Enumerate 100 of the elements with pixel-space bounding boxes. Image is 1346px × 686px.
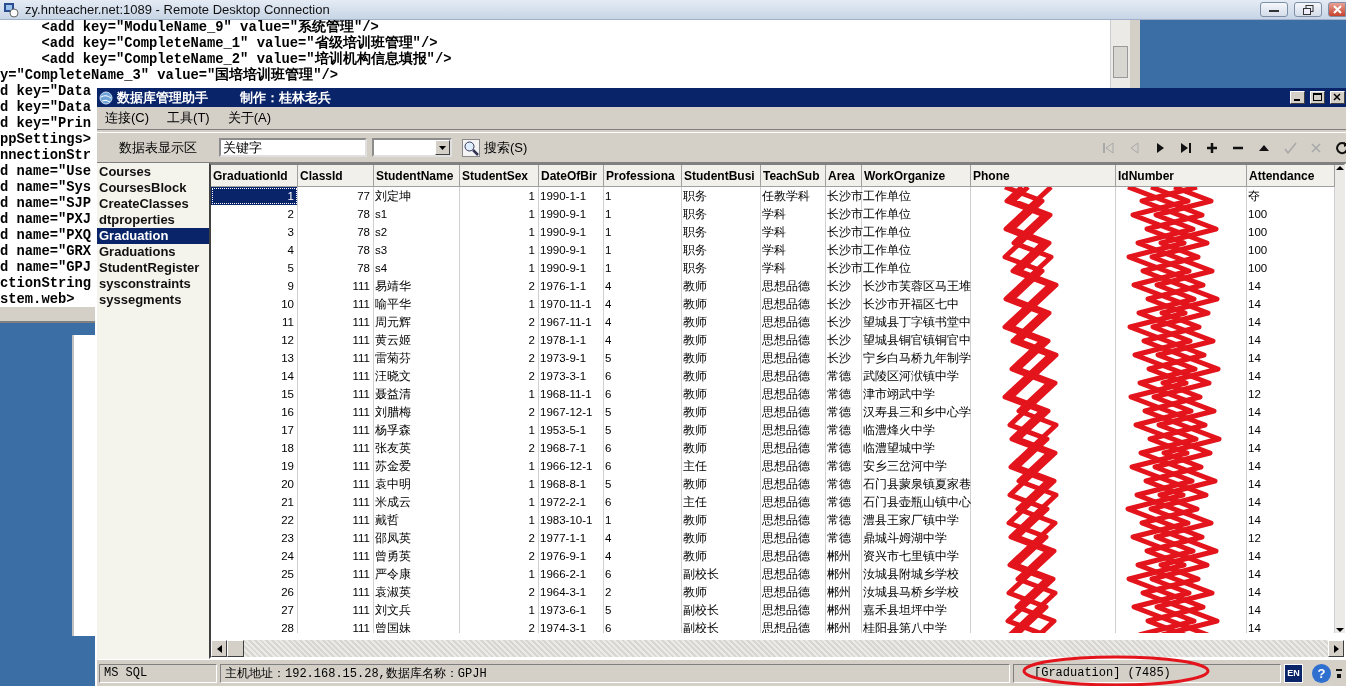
table-cell[interactable]: 24	[211, 547, 298, 565]
column-header[interactable]: IdNumber	[1116, 165, 1247, 187]
table-cell: 2	[460, 367, 539, 385]
table-cell[interactable]: 23	[211, 529, 298, 547]
table-list-item[interactable]: dtproperties	[97, 212, 209, 228]
table-cell[interactable]: 9	[211, 277, 298, 295]
table-cell: 1953-5-1	[539, 421, 604, 439]
table-cell[interactable]: 15	[211, 385, 298, 403]
column-header[interactable]: Professiona	[604, 165, 682, 187]
table-cell[interactable]: 11	[211, 313, 298, 331]
language-indicator[interactable]: EN	[1284, 663, 1303, 683]
table-cell: 2	[604, 583, 682, 601]
maximize-button[interactable]	[1310, 91, 1325, 104]
code-line: stem.web>	[0, 292, 75, 307]
table-cell: 聂益清	[374, 385, 460, 403]
menu-item[interactable]: 连接(C)	[103, 107, 152, 128]
table-cell: 4	[604, 295, 682, 313]
table-cell: 长沙市开福区七中	[862, 295, 971, 313]
table-cell[interactable]: 2	[211, 205, 298, 223]
scrollbar-thumb[interactable]	[227, 640, 244, 657]
table-list-item[interactable]: syssegments	[97, 292, 209, 308]
column-header[interactable]: GraduationId	[211, 165, 298, 187]
table-cell: 2	[460, 529, 539, 547]
table-cell: 学科	[761, 241, 826, 259]
table-cell: 常德	[826, 511, 862, 529]
table-cell[interactable]: 17	[211, 421, 298, 439]
table-cell[interactable]: 20	[211, 475, 298, 493]
code-line: d name="Use	[0, 164, 92, 180]
table-cell[interactable]: 28	[211, 619, 298, 633]
code-line: <add key="ModuleName_9" value="系统管理"/>	[40, 20, 379, 35]
column-header[interactable]: TeachSub	[761, 165, 826, 187]
table-cell[interactable]: 13	[211, 349, 298, 367]
column-header[interactable]: WorkOrganize	[862, 165, 971, 187]
table-cell: 1990-9-1	[539, 259, 604, 277]
table-cell[interactable]: 5	[211, 259, 298, 277]
table-cell: 思想品德	[761, 583, 826, 601]
restore-button[interactable]	[1294, 2, 1322, 17]
table-cell: 111	[298, 295, 374, 313]
table-cell: 111	[298, 403, 374, 421]
search-button[interactable]: 搜索(S)	[462, 138, 528, 157]
table-cell[interactable]: 1	[211, 187, 298, 205]
table-cell[interactable]: 12	[211, 331, 298, 349]
table-cell: 教师	[682, 439, 761, 457]
down-arrow-icon[interactable]	[1335, 627, 1345, 633]
vertical-scrollbar[interactable]	[1335, 165, 1345, 633]
table-list-item[interactable]: sysconstraints	[97, 276, 209, 292]
options-icon[interactable]	[1334, 666, 1344, 680]
table-list-item[interactable]: StudentRegister	[97, 260, 209, 276]
table-cell: 石门县壶瓶山镇中心	[862, 493, 971, 511]
table-cell[interactable]: 26	[211, 583, 298, 601]
refresh-icon	[1335, 140, 1346, 155]
column-header[interactable]: StudentSex	[460, 165, 539, 187]
table-cell[interactable]: 14	[211, 367, 298, 385]
table-cell: 111	[298, 421, 374, 439]
table-list-item[interactable]: Graduations	[97, 244, 209, 260]
minimize-button[interactable]	[1260, 2, 1288, 17]
table-cell[interactable]: 27	[211, 601, 298, 619]
vertical-scrollbar[interactable]	[1110, 20, 1130, 88]
table-list-item[interactable]: CreateClasses	[97, 196, 209, 212]
column-header[interactable]: StudentName	[374, 165, 460, 187]
table-list-item[interactable]: Graduation	[97, 228, 209, 244]
left-arrow-icon[interactable]	[216, 644, 222, 653]
table-cell[interactable]: 21	[211, 493, 298, 511]
up-arrow-icon[interactable]	[1335, 165, 1345, 171]
table-cell: 米成云	[374, 493, 460, 511]
table-cell[interactable]: 22	[211, 511, 298, 529]
table-cell[interactable]: 16	[211, 403, 298, 421]
field-dropdown[interactable]	[372, 138, 452, 157]
table-cell: 2	[460, 403, 539, 421]
column-header[interactable]: ClassId	[298, 165, 374, 187]
menu-item[interactable]: 工具(T)	[165, 107, 212, 128]
table-cell[interactable]: 4	[211, 241, 298, 259]
column-header[interactable]: Area	[826, 165, 862, 187]
table-cell: 2	[460, 439, 539, 457]
column-header[interactable]: StudentBusi	[682, 165, 761, 187]
table-cell: 郴州	[826, 565, 862, 583]
right-arrow-icon[interactable]	[1333, 644, 1339, 653]
table-cell[interactable]: 18	[211, 439, 298, 457]
help-button[interactable]: ?	[1312, 663, 1331, 683]
table-list-item[interactable]: Courses	[97, 164, 209, 180]
table-cell: 教师	[682, 313, 761, 331]
column-header[interactable]: Phone	[971, 165, 1116, 187]
window-title: zy.hnteacher.net:1089 - Remote Desktop Connection	[25, 2, 330, 17]
table-cell: 78	[298, 205, 374, 223]
table-cell: 工作单位	[862, 259, 971, 277]
table-cell[interactable]: 3	[211, 223, 298, 241]
column-header[interactable]: Attendance	[1247, 165, 1335, 187]
menu-item[interactable]: 关于(A)	[225, 107, 273, 128]
table-cell[interactable]: 19	[211, 457, 298, 475]
table-list-item[interactable]: CoursesBlock	[97, 180, 209, 196]
table-cell: 1	[460, 241, 539, 259]
table-cell: 思想品德	[761, 565, 826, 583]
code-line: d name="GPJ	[0, 260, 92, 276]
horizontal-scrollbar[interactable]	[211, 639, 1344, 657]
keyword-field[interactable]: 关键字	[219, 138, 367, 157]
column-header[interactable]: DateOfBir	[539, 165, 604, 187]
table-cell[interactable]: 25	[211, 565, 298, 583]
table-cell: 长沙市	[826, 241, 862, 259]
table-cell[interactable]: 10	[211, 295, 298, 313]
close-icon	[1332, 5, 1342, 14]
